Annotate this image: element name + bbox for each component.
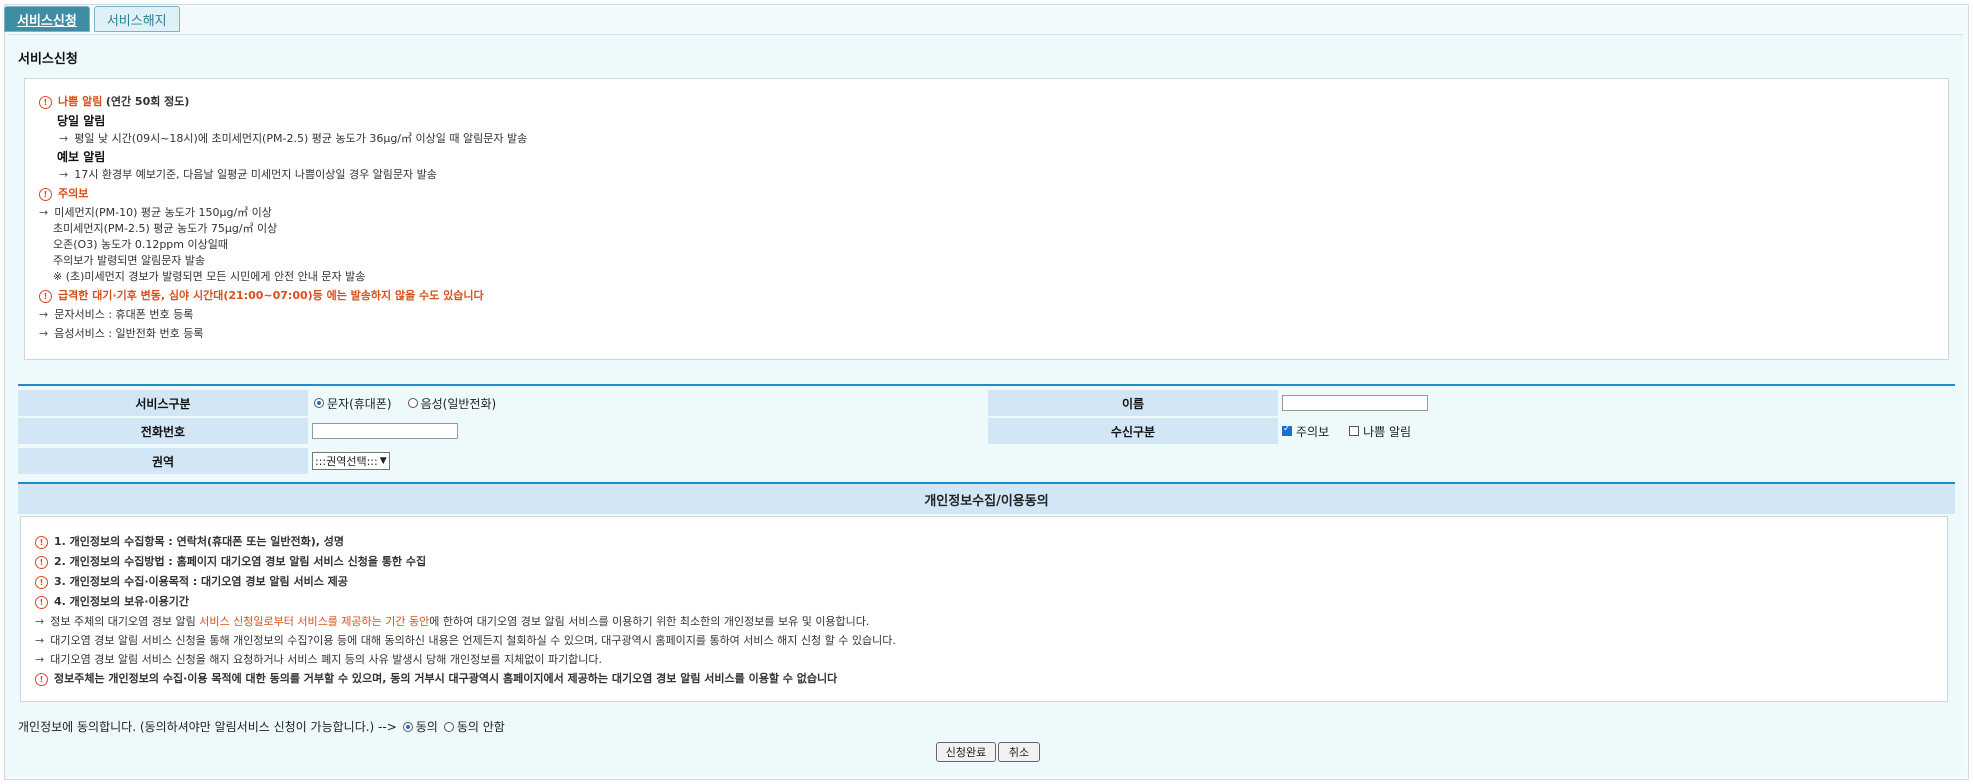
arrow-icon: → [39,308,49,321]
warning-icon: ! [35,575,48,589]
phone-input[interactable] [312,423,458,439]
radio-disagree[interactable] [443,721,454,732]
bad-alert-note: (연간 50회 정도) [105,95,190,108]
radio-voice-label: 음성(일반전화) [420,396,497,411]
info-box: ! 나쁨 알림 (연간 50회 정도) 당일 알림 → 평일 낮 시간(09시~18… [24,78,1949,360]
radio-voice[interactable] [407,398,418,408]
section-title: 서비스신청 [18,52,78,67]
cancel-button[interactable]: 취소 [998,742,1040,762]
consent-item-4: ! 4. 개인정보의 보유·이용기간 [35,593,189,609]
region-label: 권역 [18,448,308,474]
tab-bar: 서비스신청 서비스해지 [4,6,180,32]
notice-line: ! 급격한 대기·기후 변동, 심야 시간대(21:00~07:00)등 에는 발… [39,287,484,303]
receive-type-label: 수신구분 [988,418,1278,444]
name-input[interactable] [1282,395,1428,411]
warning-icon: ! [35,535,48,549]
arrow-icon: → [35,634,45,647]
consent-refuse-line: ! 정보주체는 개인정보의 수집·이용 목적에 대한 동의를 거부할 수 있으며,… [35,670,837,686]
receive-type-options: 주의보 나쁨 알림 [1282,418,1411,444]
watch-line-2: 초미세먼지(PM-2.5) 평균 농도가 75μg/㎥ 이상 [53,222,278,235]
radio-sms-label: 문자(휴대폰) [327,396,392,411]
forecast-alert-desc: → 17시 환경부 예보기준, 다음날 일평균 미세먼지 나쁨이상일 경우 알림문… [59,168,437,181]
radio-sms[interactable] [314,398,324,408]
bad-alert-heading: ! 나쁨 알림 (연간 50회 정도) [39,93,189,109]
watch-line-1: → 미세먼지(PM-10) 평균 농도가 150μg/㎥ 이상 [39,206,272,219]
watch-heading: ! 주의보 [39,185,88,201]
consent-withdraw-line: → 대기오염 경보 알림 서비스 신청을 통해 개인정보의 수집?이용 등에 대해… [35,634,896,647]
chevron-down-icon: ▼ [379,456,387,466]
consent-destroy-line: → 대기오염 경보 알림 서비스 신청을 해지 요청하거나 서비스 폐지 등의 사… [35,653,603,666]
submit-button[interactable]: 신청완료 [936,742,996,762]
watch-line-3: 오존(O3) 농도가 0.12ppm 이상일때 [53,238,228,251]
consent-item-1: ! 1. 개인정보의 수집항목 : 연락처(휴대폰 또는 일반전화), 성명 [35,533,344,549]
phone-label: 전화번호 [18,418,308,444]
voice-service-line: → 음성서비스 : 일반전화 번호 등록 [39,327,204,340]
today-alert-desc: → 평일 낮 시간(09시~18시)에 초미세먼지(PM-2.5) 평균 농도가 … [59,132,528,145]
sms-service-line: → 문자서비스 : 휴대폰 번호 등록 [39,308,194,321]
arrow-icon: → [35,615,45,628]
today-alert-title: 당일 알림 [57,114,106,128]
arrow-icon: → [39,206,49,219]
checkbox-bad-alert[interactable] [1349,426,1360,436]
checkbox-bad-alert-label: 나쁨 알림 [1363,424,1412,439]
application-form: 서비스구분 문자(휴대폰) 음성(일반전화) 이름 전화번호 수신구분 주의보 … [18,384,1955,482]
region-select[interactable]: :::권역선택::: ▼ [312,452,390,470]
checkbox-watch-label: 주의보 [1296,424,1330,439]
radio-disagree-label: 동의 안함 [456,720,505,734]
warning-icon: ! [39,289,52,303]
arrow-icon: → [39,327,49,340]
consent-period-line: → 정보 주체의 대기오염 경보 알림 서비스 신청일로부터 서비스를 제공하는 … [35,615,870,628]
arrow-icon: → [59,132,69,145]
consent-header: 개인정보수집/이용동의 [18,482,1955,514]
consent-item-3: ! 3. 개인정보의 수집·이용목적 : 대기오염 경보 알림 서비스 제공 [35,573,348,589]
service-type-options: 문자(휴대폰) 음성(일반전화) [314,390,496,416]
forecast-alert-title: 예보 알림 [57,150,106,164]
radio-agree[interactable] [402,721,413,732]
consent-item-2: ! 2. 개인정보의 수집방법 : 홈페이지 대기오염 경보 알림 서비스 신청을… [35,553,426,569]
arrow-icon: → [59,168,69,181]
checkbox-watch[interactable] [1282,424,1292,436]
service-type-label: 서비스구분 [18,390,308,416]
warning-icon: ! [35,672,48,686]
consent-box: ! 1. 개인정보의 수집항목 : 연락처(휴대폰 또는 일반전화), 성명 ! 2… [20,516,1948,702]
arrow-icon: → [35,653,45,666]
agreement-row: 개인정보에 동의합니다. (동의하셔야만 알림서비스 신청이 가능합니다.) -… [18,718,505,735]
tab-service-cancel[interactable]: 서비스해지 [93,6,180,32]
warning-icon: ! [35,595,48,609]
watch-line-5: ※ (초)미세먼지 경보가 발령되면 모든 시민에게 안전 안내 문자 발송 [53,270,366,283]
warning-icon: ! [35,555,48,569]
radio-agree-label: 동의 [415,720,438,734]
tab-service-apply[interactable]: 서비스신청 [4,6,90,32]
bad-alert-title: 나쁨 알림 [58,95,103,108]
name-label: 이름 [988,390,1278,416]
warning-icon: ! [39,187,52,201]
warning-icon: ! [39,95,52,109]
agreement-text: 개인정보에 동의합니다. (동의하셔야만 알림서비스 신청이 가능합니다.) -… [18,720,397,734]
watch-line-4: 주의보가 발령되면 알림문자 발송 [53,254,206,267]
